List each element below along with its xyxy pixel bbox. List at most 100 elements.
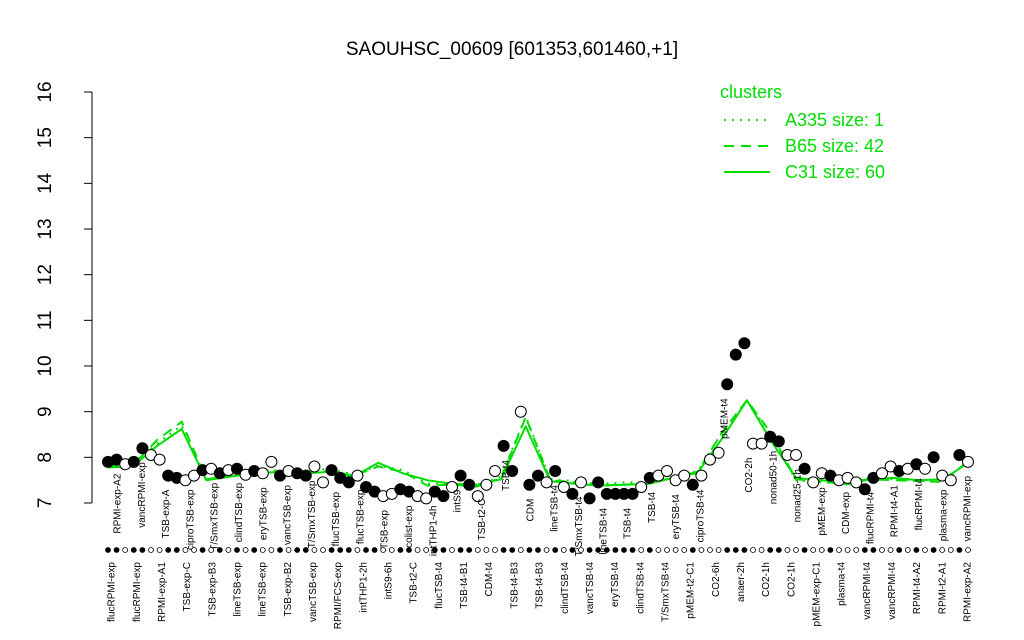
rug-dot [621, 547, 627, 553]
rug-dot [208, 547, 215, 553]
rug-dot [861, 547, 868, 553]
rug-dot [612, 547, 619, 553]
rug-dot [758, 547, 765, 553]
point-label: colist-exp [404, 505, 415, 548]
point-label: TSB-t4 [501, 459, 512, 491]
bottom-label: anaer-2h [736, 562, 747, 602]
point-label: CDM-exp [841, 491, 852, 534]
rug-dot [767, 547, 774, 553]
bottom-label: vancRPMI-t4 [887, 562, 898, 620]
y-tick-label: 9 [35, 406, 56, 417]
rug-dot [913, 547, 920, 553]
rug-dot [363, 547, 369, 553]
rug-dot [775, 547, 782, 553]
bottom-label: TSB-exp-B3 [207, 562, 218, 617]
y-tick-label: 14 [35, 172, 56, 194]
legend: clusters A335 size: 1 B65 size: 42 C31 siz… [720, 82, 885, 182]
rug-dot [492, 547, 498, 553]
bottom-label: T/SmxTSB-t4 [661, 562, 672, 622]
bottom-label: RPMI-exp-A2 [963, 562, 974, 622]
rug-dot [328, 547, 335, 553]
bottom-label: lineTSB-exp [233, 562, 244, 617]
rug-dot [156, 547, 163, 553]
point-label: ciproTSB-t4 [696, 489, 707, 542]
rug-dot [397, 547, 404, 553]
data-point [523, 478, 536, 491]
rug-dot [294, 547, 301, 553]
rug-dot [509, 547, 516, 553]
rug-dot [853, 547, 860, 553]
rug-dot [646, 547, 653, 553]
bottom-label: TSB-exp-B2 [283, 562, 294, 617]
rug-dot [741, 547, 748, 553]
rug-dot [423, 547, 430, 553]
rug-dot [371, 547, 378, 553]
bottom-label: RPMI/FCS-exp [333, 562, 344, 630]
bottom-label: flucRPMI-exp [107, 562, 118, 622]
rug-dot [449, 547, 455, 553]
rug-dot [664, 547, 670, 553]
data-point [919, 462, 931, 475]
rug-dot [535, 547, 541, 553]
data-point [592, 476, 605, 489]
rug-dot [105, 547, 111, 553]
bottom-label: RPMI-t4-A2 [912, 562, 923, 615]
rug-dot [122, 547, 129, 553]
legend-label: B65 size: 42 [785, 136, 884, 156]
data-point [944, 474, 957, 487]
data-point [299, 469, 312, 482]
point-label: TSB-t4 [647, 491, 658, 523]
bottom-label: TSB-t2-C [409, 562, 420, 604]
data-point [962, 455, 974, 468]
rug-dot [904, 547, 911, 553]
bottom-label: lineTSB-exp [258, 562, 269, 617]
bottom-label: CO2-6h [711, 562, 722, 597]
point-label: plasma-exp [938, 489, 949, 541]
rug-dot [930, 547, 937, 553]
rug-dot [956, 547, 963, 553]
rug-dot [242, 547, 249, 553]
bottom-label: pMEM-t2-C1 [686, 562, 697, 619]
data-point [695, 469, 708, 482]
rug-dot [836, 547, 842, 553]
bottom-label: CDM-t4 [484, 562, 495, 597]
rug-dot [199, 547, 206, 553]
bottom-label: vancTSB-exp [308, 562, 319, 622]
data-point [738, 337, 751, 350]
rug-dot [569, 547, 576, 553]
data-point [549, 465, 562, 477]
point-label: TSB-exp [380, 510, 391, 549]
data-point [575, 476, 587, 489]
rug-dot [586, 547, 593, 553]
rug-dot [603, 547, 610, 553]
rug-dot [638, 547, 645, 553]
rug-dot [500, 547, 507, 553]
rug-dot [285, 547, 292, 553]
rug-dot [234, 547, 240, 553]
point-label: flucRPMI-t4 [866, 491, 877, 544]
data-point [583, 492, 596, 505]
bottom-label: pMEM-exp-C1 [812, 562, 823, 627]
rug-dot [870, 547, 877, 553]
data-point [635, 481, 648, 493]
point-label: CDM [526, 499, 537, 522]
rug-dot [277, 547, 283, 553]
point-label: CO2-2h [744, 458, 755, 493]
bottom-label: TSB-exp-C [182, 562, 193, 611]
legend-label: A335 size: 1 [785, 110, 884, 130]
chart-title: SAOUHSC_00609 [601353,601460,+1] [346, 39, 678, 60]
rug-dot [543, 547, 550, 553]
point-label: pMEM-t4 [720, 398, 731, 439]
point-label: T/SmxTSB-exp [210, 482, 221, 550]
data-point [463, 478, 476, 491]
rug-dot [715, 547, 722, 553]
bottom-label: RPMI-exp-A1 [157, 562, 168, 622]
rug-dot [388, 547, 395, 553]
data-point [686, 478, 699, 491]
bottom-label: clindTSB-t4 [560, 562, 571, 614]
point-label: lineTSB-t4 [550, 485, 561, 532]
point-label: pMEM-exp [817, 487, 828, 536]
rug-dot [216, 547, 223, 553]
data-point [927, 451, 940, 464]
data-point [790, 449, 802, 461]
